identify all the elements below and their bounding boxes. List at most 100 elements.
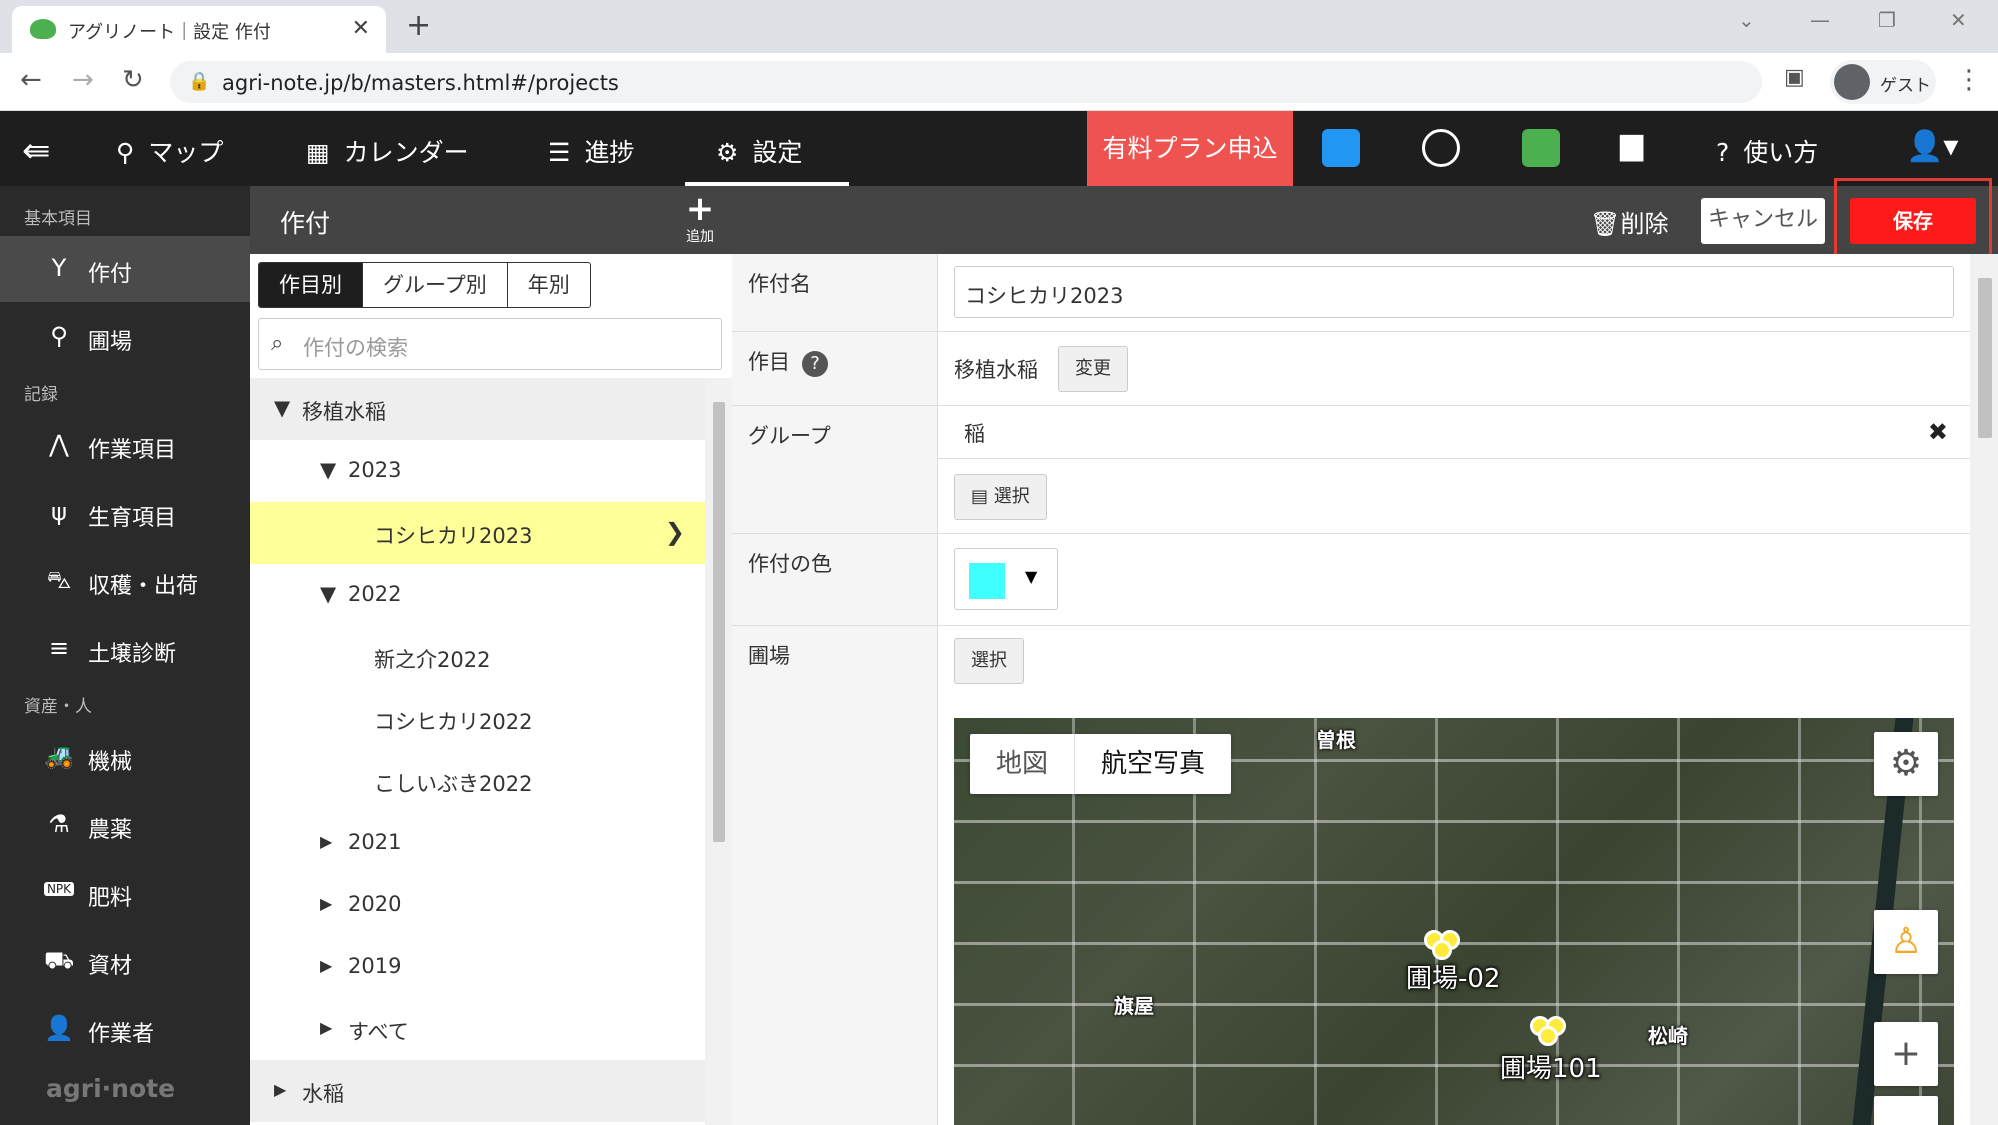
add-button[interactable]: + 追加 xyxy=(682,192,718,246)
tree-node-koshiibuki-2022[interactable]: こしいぶき2022 xyxy=(250,750,705,812)
field-marker[interactable] xyxy=(1424,930,1464,960)
user-menu-icon[interactable]: 👤▾ xyxy=(1906,129,1958,164)
cancel-button[interactable]: キャンセル xyxy=(1701,198,1825,244)
tree-node-2019[interactable]: ▶ 2019 xyxy=(250,936,705,998)
tree-node-2021[interactable]: ▶ 2021 xyxy=(250,812,705,874)
place-label: 曽根 xyxy=(1316,728,1356,752)
tab-title: アグリノート｜設定 作付 xyxy=(68,22,271,43)
view-segmented-control: 作目別 グループ別 年別 xyxy=(258,262,591,308)
sidebar-item-crops[interactable]: Y 作付 xyxy=(0,236,250,302)
field-map[interactable]: 地図 航空写真 ⚙ ♙ + − 曽根 旗屋 松崎 圃場-02 圃場101 xyxy=(954,718,1954,1125)
sidebar-item-work[interactable]: ⋀ 作業項目 xyxy=(0,412,250,478)
sidebar-item-machines[interactable]: 🚜 機械 xyxy=(0,724,250,790)
select-group-button[interactable]: ▤ 選択 xyxy=(954,474,1047,520)
menu-collapse-icon[interactable]: ⇚ xyxy=(22,131,51,171)
nav-map[interactable]: ⚲ マップ xyxy=(116,133,223,169)
restore-icon[interactable]: ❐ xyxy=(1878,8,1896,32)
tab-by-year[interactable]: 年別 xyxy=(506,263,590,307)
tree-node-rice[interactable]: ▶ 水稲 xyxy=(250,1060,705,1122)
crop-search-input[interactable]: ⌕ 作付の検索 xyxy=(258,318,722,370)
change-crop-button[interactable]: 変更 xyxy=(1058,346,1128,392)
tree-node-label: コシヒカリ2023 xyxy=(374,524,533,548)
page-scroll-thumb[interactable] xyxy=(1978,278,1992,438)
close-window-icon[interactable]: ✕ xyxy=(1950,8,1967,32)
delete-button[interactable]: 🗑削除 xyxy=(1590,204,1668,239)
sidebar-item-materials[interactable]: ⛟ 資材 xyxy=(0,928,250,994)
tree-node-shinnosuke-2022[interactable]: 新之介2022 xyxy=(250,626,705,688)
new-tab-icon[interactable]: + xyxy=(406,8,431,43)
asterisk-app-icon[interactable] xyxy=(1422,129,1460,167)
remove-group-icon[interactable]: ✖ xyxy=(1928,418,1948,446)
frog-favicon-icon xyxy=(30,19,56,39)
sidebar-item-pesticide[interactable]: ⚗ 農薬 xyxy=(0,792,250,858)
help-icon[interactable]: ? xyxy=(802,351,828,377)
notebook-app-icon[interactable] xyxy=(1522,129,1560,167)
tree-scroll-thumb[interactable] xyxy=(713,402,725,842)
tree-arrow: ▶ xyxy=(320,832,333,851)
tree-node-koshihikari-2022[interactable]: コシヒカリ2022 xyxy=(250,688,705,750)
tractor-icon: 🚜 xyxy=(44,742,74,770)
tree-arrow: ▼ xyxy=(320,458,337,482)
minimize-icon[interactable]: — xyxy=(1810,8,1830,32)
save-button[interactable]: 保存 xyxy=(1850,198,1976,244)
tab-by-crop[interactable]: 作目別 xyxy=(259,263,362,307)
tree-node-2022[interactable]: ▼ 2022 xyxy=(250,564,705,626)
person-icon: 👤 xyxy=(44,1014,74,1042)
row-crop-name: 作付名 コシヒカリ2023 xyxy=(732,254,1970,332)
material-icon: ⛟ xyxy=(44,946,75,974)
crop-name-input[interactable]: コシヒカリ2023 xyxy=(954,266,1954,318)
tree-node-koshihikari-2023[interactable]: コシヒカリ2023 ❯ xyxy=(250,502,705,564)
sidebar-item-fields[interactable]: ⚲ 圃場 xyxy=(0,304,250,370)
page-scrollbar[interactable] xyxy=(1970,254,1998,1125)
help-link[interactable]: ? 使い方 xyxy=(1716,133,1818,169)
sidebar-item-label: 作付 xyxy=(88,262,133,287)
nav-progress[interactable]: ☰ 進捗 xyxy=(548,133,634,169)
url-field[interactable]: 🔒 agri-note.jp/b/masters.html#/projects xyxy=(170,61,1762,103)
close-tab-icon[interactable]: ✕ xyxy=(352,16,370,41)
nav-calendar[interactable]: ▦ カレンダー xyxy=(306,133,469,169)
sidebar-item-soil[interactable]: ≡ 土壌診断 xyxy=(0,616,250,682)
tree-node-all[interactable]: ▶ すべて xyxy=(250,998,705,1060)
map-tab-satellite[interactable]: 航空写真 xyxy=(1074,734,1231,794)
tree-node-label: コシヒカリ2022 xyxy=(374,710,533,734)
tree-node-label: 2021 xyxy=(348,830,402,854)
tree-node-2023[interactable]: ▼ 2023 xyxy=(250,440,705,502)
sidepanel-icon[interactable]: ▣ xyxy=(1784,65,1805,90)
browser-tab[interactable]: アグリノート｜設定 作付 ✕ xyxy=(12,6,386,53)
tab-by-group[interactable]: グループ別 xyxy=(362,263,507,307)
url-text: agri-note.jp/b/masters.html#/projects xyxy=(222,71,619,95)
select-field-button[interactable]: 選択 xyxy=(954,638,1024,684)
forward-icon[interactable]: → xyxy=(72,65,94,95)
sidebar-item-fertilizer[interactable]: NPK 肥料 xyxy=(0,860,250,926)
sidebar-item-label: 生育項目 xyxy=(88,506,177,531)
sidebar-item-growth[interactable]: ψ 生育項目 xyxy=(0,480,250,546)
tab-search-icon[interactable]: ⌄ xyxy=(1738,8,1755,32)
tree-scrollbar[interactable] xyxy=(705,378,732,1125)
chat-icon[interactable]: ▆ xyxy=(1620,127,1643,162)
browser-menu-icon[interactable]: ⋮ xyxy=(1956,65,1982,95)
premium-plan-button[interactable]: 有料プラン申込 xyxy=(1087,111,1293,186)
color-picker[interactable]: ▼ xyxy=(954,548,1058,610)
tree-node-transplant-rice[interactable]: ▼ 移植水稲 xyxy=(250,378,705,440)
profile-button[interactable]: ゲスト xyxy=(1830,60,1936,104)
zoom-in-icon[interactable]: + xyxy=(1874,1022,1938,1086)
row-crop-type: 作目? 移植水稲 変更 xyxy=(732,332,1970,406)
reload-icon[interactable]: ↻ xyxy=(122,65,144,95)
back-icon[interactable]: ← xyxy=(20,65,42,95)
sidebar-item-label: 肥料 xyxy=(88,886,133,911)
field-marker[interactable] xyxy=(1530,1016,1570,1046)
tree-node-label: こしいぶき2022 xyxy=(374,772,533,796)
zoom-out-icon[interactable]: − xyxy=(1874,1096,1938,1125)
tree-node-2020[interactable]: ▶ 2020 xyxy=(250,874,705,936)
map-tab-map[interactable]: 地図 xyxy=(970,734,1074,794)
street-view-icon[interactable]: ♙ xyxy=(1874,910,1938,974)
list-icon: ▤ xyxy=(971,486,994,507)
sidebar-item-harvest[interactable]: ⛍ 収穫・出荷 xyxy=(0,548,250,614)
mgr-app-icon[interactable] xyxy=(1322,129,1360,167)
tree-arrow: ▶ xyxy=(320,894,333,913)
nav-settings[interactable]: ⚙ 設定 xyxy=(716,133,802,169)
map-settings-icon[interactable]: ⚙ xyxy=(1874,732,1938,796)
add-label: 追加 xyxy=(686,229,714,245)
row-group: グループ 稲 ✖ ▤ 選択 xyxy=(732,406,1970,534)
sidebar-item-workers[interactable]: 👤 作業者 xyxy=(0,996,250,1062)
